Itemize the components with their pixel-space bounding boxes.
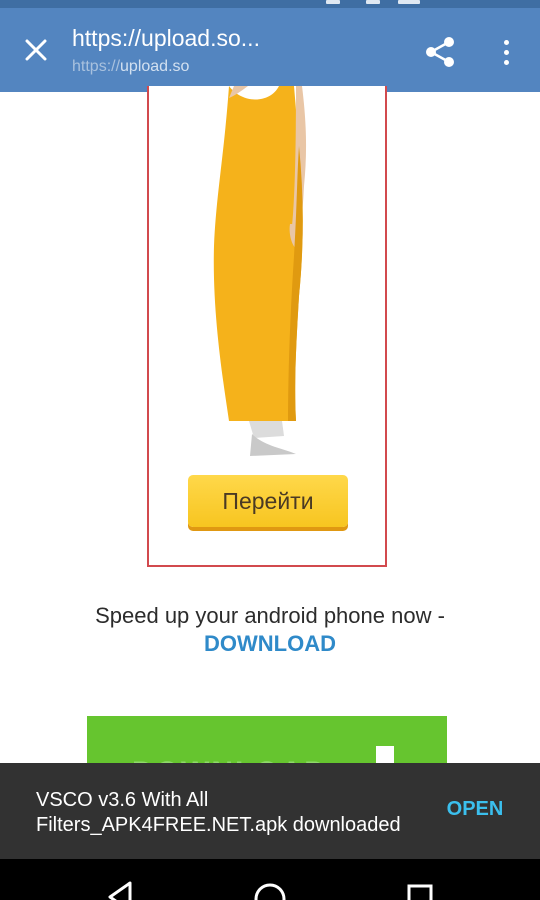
page-title: https://upload.so... xyxy=(72,25,260,51)
signal-icon xyxy=(326,0,340,4)
status-bar xyxy=(0,0,540,8)
more-vert-icon[interactable] xyxy=(490,32,522,72)
download-snackbar: VSCO v3.6 With All Filters_APK4FREE.NET.… xyxy=(0,763,540,859)
recents-icon[interactable] xyxy=(400,877,440,900)
navigation-bar xyxy=(0,859,540,900)
ad-cta-button[interactable]: Перейти xyxy=(188,475,348,527)
dress-image xyxy=(213,86,307,456)
url-host: upload.so xyxy=(120,58,190,75)
ad-banner[interactable]: Перейти xyxy=(147,86,387,567)
wifi-icon xyxy=(366,0,380,4)
promo-text: Speed up your android phone now - xyxy=(95,603,445,628)
url-scheme: https:// xyxy=(72,58,121,75)
browser-toolbar: https://upload.so... https://upload.so xyxy=(0,8,540,92)
download-link[interactable]: DOWNLOAD xyxy=(0,630,540,658)
share-icon[interactable] xyxy=(421,32,461,72)
page-url: https://upload.so xyxy=(72,58,189,76)
close-icon[interactable] xyxy=(16,30,56,70)
back-icon[interactable] xyxy=(100,877,140,900)
battery-icon xyxy=(398,0,420,4)
open-button[interactable]: OPEN xyxy=(430,798,520,821)
home-icon[interactable] xyxy=(250,877,290,900)
snackbar-message: VSCO v3.6 With All Filters_APK4FREE.NET.… xyxy=(36,789,401,836)
